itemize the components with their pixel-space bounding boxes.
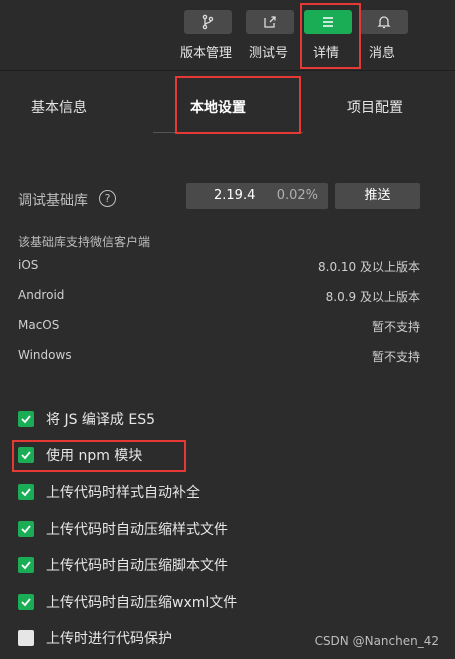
option-label: 上传代码时自动压缩wxml文件 — [46, 595, 238, 611]
platform-support: 8.0.10 及以上版本 — [318, 260, 420, 274]
support-row-ios: iOS 8.0.10 及以上版本 — [18, 258, 420, 274]
check-icon — [21, 488, 31, 497]
option-label: 将 JS 编译成 ES5 — [46, 412, 156, 428]
checkbox[interactable] — [18, 557, 34, 573]
option-minify-style[interactable]: 上传代码时自动压缩样式文件 — [18, 519, 228, 539]
checkbox[interactable] — [18, 484, 34, 500]
option-npm-module[interactable]: 使用 npm 模块 — [18, 445, 142, 465]
push-button[interactable]: 推送 — [335, 183, 420, 209]
tab-local-settings[interactable]: 本地设置 — [190, 97, 246, 117]
check-icon — [21, 451, 31, 460]
checkbox[interactable] — [18, 411, 34, 427]
tab-basic-info[interactable]: 基本信息 — [31, 97, 87, 117]
option-compile-es5[interactable]: 将 JS 编译成 ES5 — [18, 409, 155, 429]
platform-support: 暂不支持 — [371, 350, 420, 364]
option-label: 上传时进行代码保护 — [46, 631, 172, 647]
external-link-icon — [264, 16, 276, 28]
platform-support: 8.0.9 及以上版本 — [325, 290, 420, 304]
option-label: 上传代码时自动压缩脚本文件 — [46, 558, 228, 574]
option-code-protect[interactable]: 上传时进行代码保护 — [18, 628, 172, 648]
details-button[interactable] — [304, 10, 352, 34]
version-control-button[interactable] — [184, 10, 232, 34]
debug-lib-label: 调试基础库 — [18, 193, 88, 209]
support-row-windows: Windows 暂不支持 — [18, 348, 420, 364]
checkbox[interactable] — [18, 594, 34, 610]
tab-project-config[interactable]: 项目配置 — [347, 97, 403, 117]
platform-name: MacOS — [18, 318, 60, 332]
details-label: 详情 — [313, 46, 340, 61]
platform-name: Android — [18, 288, 65, 302]
checkbox[interactable] — [18, 447, 34, 463]
checkbox[interactable] — [18, 521, 34, 537]
messages-label: 消息 — [369, 46, 396, 61]
option-minify-wxml[interactable]: 上传代码时自动压缩wxml文件 — [18, 592, 237, 612]
test-account-label: 测试号 — [249, 46, 289, 61]
option-label: 上传代码时自动压缩样式文件 — [46, 522, 228, 538]
watermark: CSDN @Nanchen_42 — [314, 634, 439, 648]
check-icon — [21, 525, 31, 534]
option-style-autoprefix[interactable]: 上传代码时样式自动补全 — [18, 482, 200, 502]
active-tab-underline — [153, 132, 303, 133]
version-percent: 0.02% — [276, 188, 318, 203]
version-value: 2.19.4 — [214, 188, 256, 203]
top-toolbar: 版本管理 测试号 详情 消息 — [0, 0, 455, 71]
option-label: 使用 npm 模块 — [46, 448, 143, 464]
version-control-label: 版本管理 — [180, 46, 233, 61]
support-row-android: Android 8.0.9 及以上版本 — [18, 288, 420, 304]
settings-tabs: 基本信息 本地设置 项目配置 — [0, 71, 455, 135]
platform-name: Windows — [18, 348, 72, 362]
version-select[interactable]: 2.19.4 0.02% — [186, 183, 328, 209]
help-icon[interactable]: ? — [99, 190, 116, 207]
branch-icon — [202, 14, 214, 30]
bell-icon — [377, 16, 391, 29]
checkbox[interactable] — [18, 630, 34, 646]
messages-button[interactable] — [360, 10, 408, 34]
platform-support: 暂不支持 — [371, 320, 420, 334]
check-icon — [21, 598, 31, 607]
support-row-macos: MacOS 暂不支持 — [18, 318, 420, 334]
option-label: 上传代码时样式自动补全 — [46, 485, 200, 501]
check-icon — [21, 415, 31, 424]
check-icon — [21, 561, 31, 570]
menu-icon — [323, 17, 333, 27]
platform-name: iOS — [18, 258, 39, 272]
support-title: 该基础库支持微信客户端 — [18, 235, 151, 249]
option-minify-script[interactable]: 上传代码时自动压缩脚本文件 — [18, 555, 228, 575]
test-account-button[interactable] — [246, 10, 294, 34]
